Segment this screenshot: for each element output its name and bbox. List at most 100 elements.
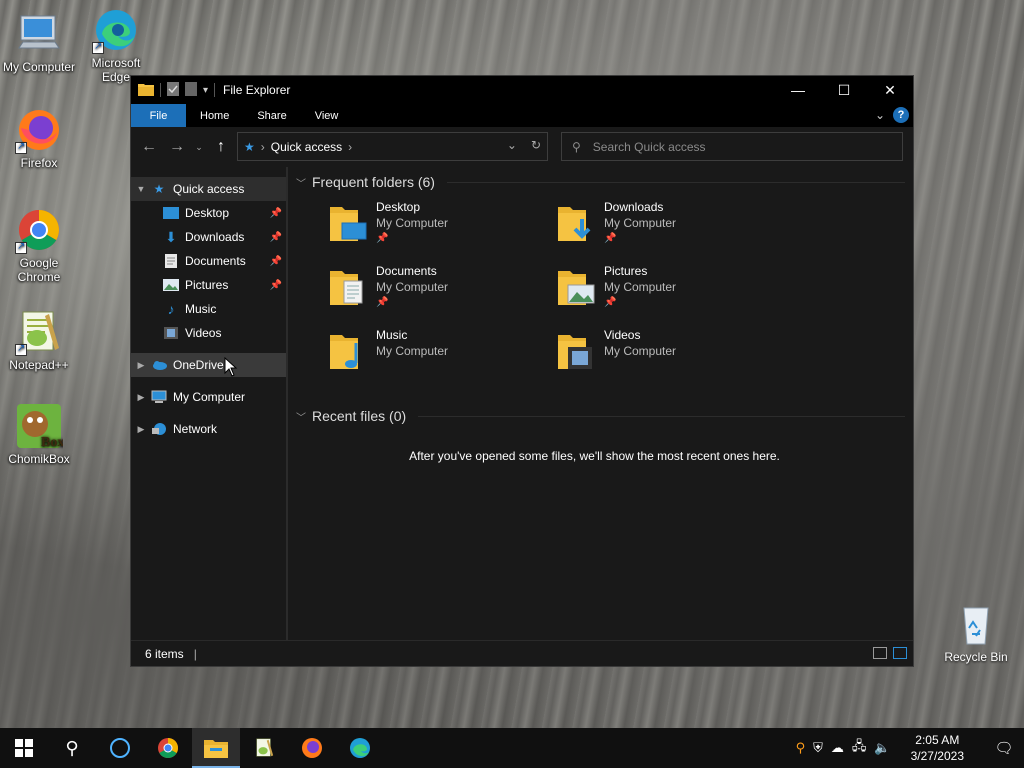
refresh-icon[interactable]: ↻ (531, 138, 541, 152)
sidebar-item-label: OneDrive (173, 358, 224, 372)
sidebar-item-network[interactable]: ▶ Network (131, 417, 286, 441)
address-dropdown-icon[interactable]: ⌄ (507, 138, 517, 152)
breadcrumb-chevron-icon: › (260, 139, 265, 154)
file-explorer-window[interactable]: ▾ File Explorer — ☐ ✕ File Home Share Vi… (130, 75, 914, 667)
onedrive-offline-icon[interactable]: ☁ (831, 740, 844, 756)
title-bar[interactable]: ▾ File Explorer — ☐ ✕ (131, 76, 913, 104)
folder-tile-music[interactable]: Music My Computer (328, 327, 556, 391)
sidebar-item-label: Music (185, 302, 217, 316)
large-icons-view-icon[interactable] (893, 647, 907, 659)
sidebar-item-videos[interactable]: Videos (131, 321, 286, 345)
recent-locations-icon[interactable]: ⌄ (191, 142, 207, 153)
search-button[interactable]: ⚲ (48, 728, 96, 768)
up-button[interactable]: ↑ (207, 138, 235, 156)
tab-view[interactable]: View (301, 104, 353, 127)
tab-share[interactable]: Share (243, 104, 300, 127)
sidebar-item-my-computer[interactable]: ▶ My Computer (131, 385, 286, 409)
sidebar-item-pictures[interactable]: Pictures 📌 (131, 273, 286, 297)
expand-ribbon-icon[interactable]: ⌄ (875, 108, 885, 122)
network-icon[interactable]: 🖧 (852, 737, 867, 759)
taskbar-edge[interactable] (336, 728, 384, 768)
collapse-chevron-icon[interactable]: ▼ (131, 184, 151, 194)
documents-icon (163, 253, 179, 269)
volume-icon[interactable]: 🔈 (874, 740, 890, 756)
pin-icon: 📌 (269, 255, 282, 267)
folder-tile-videos[interactable]: Videos My Computer (556, 327, 784, 391)
taskbar-notepadpp[interactable] (240, 728, 288, 768)
sidebar-item-music[interactable]: ♪ Music (131, 297, 286, 321)
sidebar-item-downloads[interactable]: ⬇ Downloads 📌 (131, 225, 286, 249)
search-tray-icon[interactable]: ⚲ (796, 740, 806, 756)
recent-files-empty-message: After you've opened some files, we'll sh… (409, 449, 780, 463)
tab-file[interactable]: File (131, 104, 186, 127)
chomikbox-icon: Box (15, 402, 64, 450)
desktop-icon-chomikbox[interactable]: Box ChomikBox (1, 402, 77, 466)
desktop-icon-label: Firefox (20, 156, 58, 170)
window-title: File Explorer (223, 83, 291, 97)
start-button[interactable] (0, 728, 48, 768)
folder-tile-downloads[interactable]: Downloads My Computer 📌 (556, 199, 784, 263)
new-folder-icon[interactable] (185, 81, 197, 99)
desktop-icon-label: My Computer (2, 60, 76, 74)
folder-name: Downloads (604, 200, 664, 214)
onedrive-cloud-icon (151, 357, 167, 373)
cortana-button[interactable] (96, 728, 144, 768)
customize-qat-icon[interactable]: ▾ (203, 85, 208, 96)
collapse-chevron-icon[interactable]: ﹀ (296, 175, 306, 190)
help-icon[interactable]: ? (893, 107, 909, 123)
minimize-button[interactable]: — (775, 76, 821, 104)
desktop-icon-my-computer[interactable]: My Computer (1, 10, 77, 74)
clock-time: 2:05 AM (915, 733, 960, 747)
desktop-icon-recycle-bin[interactable]: Recycle Bin (940, 600, 1012, 664)
breadcrumb[interactable]: Quick access (271, 140, 342, 154)
properties-icon[interactable] (167, 81, 179, 99)
expand-chevron-icon[interactable]: ▶ (131, 392, 151, 403)
sidebar-item-onedrive[interactable]: ▶ OneDrive (131, 353, 286, 377)
frequent-folders-header[interactable]: ﹀ Frequent folders (6) (296, 171, 913, 193)
expand-chevron-icon[interactable]: ▶ (131, 424, 151, 435)
desktop-icon-firefox[interactable]: Firefox (1, 106, 77, 170)
pin-icon: 📌 (376, 297, 389, 308)
sidebar-item-desktop[interactable]: Desktop 📌 (131, 201, 286, 225)
recent-files-header[interactable]: ﹀ Recent files (0) (296, 405, 913, 427)
notifications-button[interactable]: 🗨 (984, 728, 1024, 768)
videos-folder-icon (556, 329, 596, 377)
maximize-button[interactable]: ☐ (821, 76, 867, 104)
taskbar-chrome[interactable] (144, 728, 192, 768)
back-button[interactable]: ← (135, 138, 163, 156)
desktop-icon-label: Google Chrome (17, 256, 61, 284)
folder-location: My Computer (604, 344, 677, 358)
tab-home[interactable]: Home (186, 104, 243, 127)
desktop-icon-notepadpp[interactable]: Notepad++ (1, 308, 77, 372)
forward-button[interactable]: → (163, 138, 191, 156)
sidebar-item-quick-access[interactable]: ▼ ★ Quick access (131, 177, 286, 201)
search-icon: ⚲ (572, 139, 581, 154)
desktop-icon-edge[interactable]: Microsoft Edge (78, 6, 154, 84)
windows-logo-icon (15, 739, 33, 757)
shield-icon[interactable]: ⛨ (813, 740, 823, 756)
folder-tile-documents[interactable]: Documents My Computer 📌 (328, 263, 556, 327)
folder-tile-desktop[interactable]: Desktop My Computer 📌 (328, 199, 556, 263)
collapse-chevron-icon[interactable]: ﹀ (296, 409, 306, 424)
taskbar-firefox[interactable] (288, 728, 336, 768)
clock[interactable]: 2:05 AM 3/27/2023 (899, 732, 976, 764)
content-pane: ﹀ Frequent folders (6) Desktop My Comput… (288, 167, 913, 640)
address-bar[interactable]: ★ › Quick access › ⌄ ↻ (237, 132, 548, 161)
folder-location: My Computer (376, 216, 449, 230)
navigation-pane: ▼ ★ Quick access Desktop 📌 ⬇ Downloads 📌… (131, 167, 288, 640)
close-button[interactable]: ✕ (867, 76, 913, 104)
desktop-icon-label: ChomikBox (8, 452, 70, 466)
search-input[interactable]: ⚲ Search Quick access (561, 132, 903, 161)
sidebar-item-documents[interactable]: Documents 📌 (131, 249, 286, 273)
desktop-folder-icon (163, 205, 179, 221)
folder-location: My Computer (604, 216, 677, 230)
expand-chevron-icon[interactable]: ▶ (131, 360, 151, 371)
group-title: Frequent folders (6) (312, 174, 435, 190)
sidebar-item-label: Pictures (185, 278, 229, 292)
details-view-icon[interactable] (873, 647, 887, 659)
desktop-icon-chrome[interactable]: Google Chrome (1, 206, 77, 284)
pin-icon: 📌 (604, 297, 617, 308)
taskbar-file-explorer[interactable] (192, 728, 240, 768)
edge-icon (92, 6, 140, 54)
folder-tile-pictures[interactable]: Pictures My Computer 📌 (556, 263, 784, 327)
